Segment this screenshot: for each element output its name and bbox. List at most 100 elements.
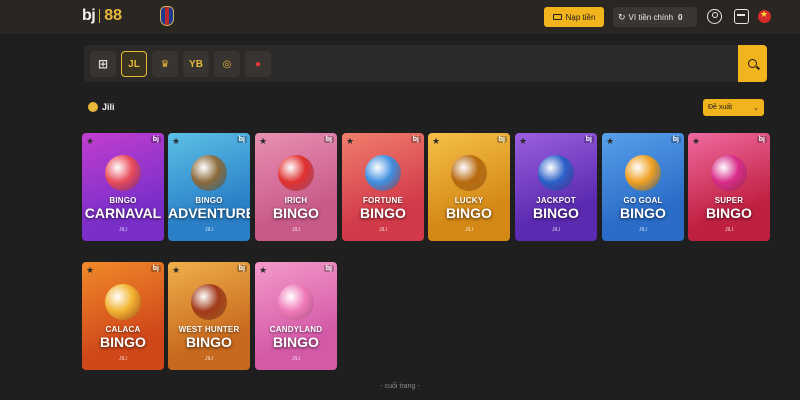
game-artwork [191, 155, 227, 191]
end-of-page-text: - cuối trang - [380, 383, 420, 390]
provider-all-icon[interactable]: ⊞ [90, 51, 116, 77]
game-provider-label: JILI [724, 227, 734, 233]
top-navbar: bj 88 Nạp tiền ↻ Ví tiền chính 0 [0, 0, 800, 34]
site-logo[interactable]: bj 88 [82, 7, 122, 25]
game-provider-label: JILI [118, 356, 128, 362]
provider-coin-tab[interactable]: ◎ [214, 51, 240, 77]
club-crest-icon[interactable] [160, 6, 174, 26]
game-title-line1: BINGO [109, 196, 137, 205]
game-artwork [191, 284, 227, 320]
game-card[interactable]: ★ bj JACKPOT BINGO JILI [515, 133, 597, 241]
game-card[interactable]: ★ bj CALACA BINGO JILI [82, 262, 164, 370]
logo-divider [99, 9, 101, 23]
section-title: Jili [88, 102, 115, 112]
game-title-line1: WEST HUNTER [178, 325, 240, 334]
favorite-star-icon[interactable]: ★ [432, 136, 440, 147]
inbox-icon[interactable] [734, 9, 749, 24]
game-artwork [451, 155, 487, 191]
favorite-star-icon[interactable]: ★ [692, 136, 700, 147]
game-title-line2: BINGO [620, 205, 666, 221]
favorite-star-icon[interactable]: ★ [606, 136, 614, 147]
wallet-balance[interactable]: ↻ Ví tiền chính 0 [613, 7, 697, 27]
game-card[interactable]: ★ bj FORTUNE BINGO JILI [342, 133, 424, 241]
game-card[interactable]: ★ bj BINGO ADVENTURE JILI [168, 133, 250, 241]
bj-badge: bj [410, 136, 421, 143]
wallet-label: Ví tiền chính [628, 12, 674, 22]
game-card[interactable]: ★ bj LUCKY BINGO JILI [428, 133, 510, 241]
favorite-star-icon[interactable]: ★ [346, 136, 354, 147]
game-title-line1: IRICH [284, 196, 308, 205]
game-provider-label: JILI [204, 356, 214, 362]
provider-yb-tab[interactable]: YB [183, 51, 209, 77]
provider-filter-bar: ⊞ JL ♛ YB ◎ ● [84, 45, 767, 82]
favorite-star-icon[interactable]: ★ [86, 265, 94, 276]
game-artwork [625, 155, 661, 191]
logo-text-right: 88 [104, 7, 123, 24]
game-card[interactable]: ★ bj SUPER BINGO JILI [688, 133, 770, 241]
bj-badge: bj [150, 265, 161, 272]
provider-jili-tab[interactable]: JL [121, 51, 147, 77]
game-card[interactable]: ★ bj GO GOAL BINGO JILI [602, 133, 684, 241]
game-card[interactable]: ★ bj WEST HUNTER BINGO JILI [168, 262, 250, 370]
bj-badge: bj [756, 136, 767, 143]
game-artwork [105, 284, 141, 320]
game-card[interactable]: ★ bj BINGO CARNAVAL JILI [82, 133, 164, 241]
game-artwork [278, 155, 314, 191]
game-artwork [711, 155, 747, 191]
game-artwork [105, 155, 141, 191]
game-title-line1: BINGO [195, 196, 223, 205]
favorite-star-icon[interactable]: ★ [172, 265, 180, 276]
game-provider-label: JILI [291, 227, 301, 233]
bj-badge: bj [236, 265, 247, 272]
game-provider-label: JILI [551, 227, 561, 233]
sort-label: Đề xuất [708, 104, 733, 111]
card-icon [552, 14, 562, 20]
section-title-text: Jili [102, 102, 115, 112]
game-title-line2: BINGO [100, 334, 146, 350]
vietnam-flag-icon[interactable] [758, 9, 771, 23]
game-provider-label: JILI [378, 227, 388, 233]
favorite-star-icon[interactable]: ★ [86, 136, 94, 147]
game-title-line1: CANDYLAND [269, 325, 323, 334]
game-artwork [365, 155, 401, 191]
game-artwork [278, 284, 314, 320]
game-title-line2: BINGO [186, 334, 232, 350]
game-card[interactable]: ★ bj CANDYLAND BINGO JILI [255, 262, 337, 370]
search-icon [748, 59, 757, 68]
game-title-line2: BINGO [533, 205, 579, 221]
game-title-line2: BINGO [273, 205, 319, 221]
game-provider-label: JILI [204, 227, 214, 233]
game-card[interactable]: ★ bj IRICH BINGO JILI [255, 133, 337, 241]
game-title-line2: BINGO [360, 205, 406, 221]
logo-text-left: bj [82, 7, 96, 24]
search-button[interactable] [738, 45, 767, 82]
user-account-icon[interactable] [707, 9, 722, 24]
favorite-star-icon[interactable]: ★ [519, 136, 527, 147]
refresh-icon[interactable]: ↻ [618, 12, 626, 23]
game-provider-label: JILI [638, 227, 648, 233]
favorite-star-icon[interactable]: ★ [172, 136, 180, 147]
provider-crown-tab[interactable]: ♛ [152, 51, 178, 77]
favorite-star-icon[interactable]: ★ [259, 265, 267, 276]
game-title-line2: BINGO [273, 334, 319, 350]
deposit-button[interactable]: Nạp tiền [544, 7, 604, 27]
game-title-line2: BINGO [446, 205, 492, 221]
provider-badge-icon [88, 102, 98, 112]
game-title-line1: FORTUNE [362, 196, 404, 205]
bj-badge: bj [323, 136, 334, 143]
game-provider-label: JILI [464, 227, 474, 233]
favorite-star-icon[interactable]: ★ [259, 136, 267, 147]
sort-dropdown[interactable]: Đề xuất ⌄ [703, 99, 764, 116]
game-title-line2: ADVENTURE [168, 205, 250, 221]
wallet-amount: 0 [678, 12, 683, 22]
game-title-line1: SUPER [714, 196, 744, 205]
bj-badge: bj [670, 136, 681, 143]
provider-chip-tab[interactable]: ● [245, 51, 271, 77]
game-title-line1: GO GOAL [623, 196, 663, 205]
bj-badge: bj [323, 265, 334, 272]
bj-badge: bj [150, 136, 161, 143]
game-title-line1: LUCKY [454, 196, 484, 205]
bj-badge: bj [496, 136, 507, 143]
game-title-line1: JACKPOT [536, 196, 576, 205]
game-provider-label: JILI [118, 227, 128, 233]
